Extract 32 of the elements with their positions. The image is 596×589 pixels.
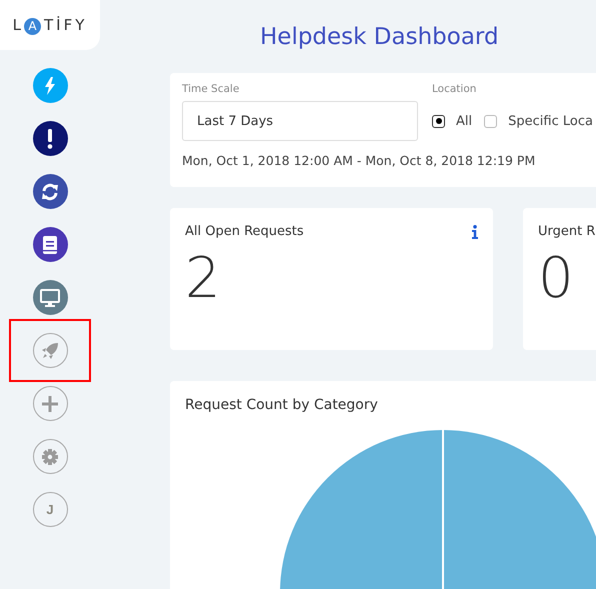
logo-text: L A TİFY xyxy=(12,16,88,34)
info-icon[interactable] xyxy=(472,224,478,238)
bolt-nav-button[interactable] xyxy=(32,68,68,103)
field-label: Location xyxy=(432,83,478,95)
radio-box[interactable] xyxy=(432,114,445,128)
time-scale-field[interactable]: Last 7 Days xyxy=(182,101,418,141)
location-option[interactable]: All xyxy=(432,114,472,128)
chart-title: Request Count by Category xyxy=(185,397,379,413)
monitor-icon xyxy=(40,288,60,306)
settings-icon xyxy=(42,448,58,464)
rocket-icon xyxy=(42,342,58,358)
date-range-text: Mon, Oct 1, 2018 12:00 AM - Mon, Oct 8, 2018 12:19 PM xyxy=(182,153,536,168)
stat-title: Urgent R xyxy=(538,224,596,239)
page-title: Helpdesk Dashboard xyxy=(260,24,500,52)
monitor-nav-button[interactable] xyxy=(32,280,68,315)
stat-title: All Open Requests xyxy=(185,224,304,239)
location-option[interactable]: Specific Loca xyxy=(484,114,593,128)
field-label: Time Scale xyxy=(182,83,240,95)
rocket-nav-button[interactable] xyxy=(32,333,68,368)
stat-value: 0 xyxy=(538,251,575,307)
plus-icon xyxy=(42,396,58,412)
book-nav-button[interactable] xyxy=(32,227,68,262)
radio-box[interactable] xyxy=(484,114,498,128)
lightning-icon xyxy=(44,76,56,94)
sync-nav-button[interactable] xyxy=(32,174,68,209)
sync-icon xyxy=(41,182,59,200)
stat-value: 2 xyxy=(185,251,222,307)
exclamation-icon xyxy=(47,128,53,148)
plus-nav-button[interactable] xyxy=(32,386,68,421)
book-icon xyxy=(43,236,57,254)
exclamation-nav-button[interactable] xyxy=(32,121,68,156)
gear-nav-button[interactable] xyxy=(32,439,68,474)
